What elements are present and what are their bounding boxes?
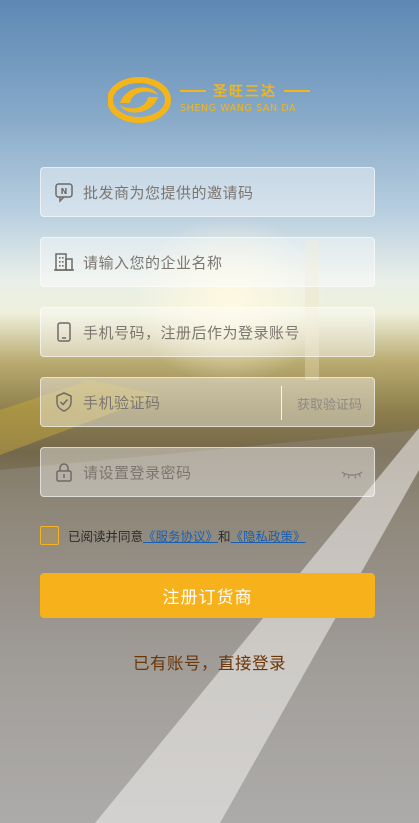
shield-check-icon: [56, 392, 72, 412]
lock-icon: [56, 463, 72, 482]
invite-code-placeholder: 批发商为您提供的邀请码: [83, 183, 254, 202]
service-agreement-link[interactable]: 《服务协议》: [143, 526, 218, 545]
company-name-placeholder: 请输入您的企业名称: [83, 253, 223, 272]
get-code-button[interactable]: 获取验证码: [297, 394, 362, 413]
brand-name-en: SHENG WANG SAN DA: [180, 103, 297, 114]
invite-code-field[interactable]: N 批发商为您提供的邀请码: [40, 167, 375, 217]
password-field[interactable]: 请设置登录密码: [40, 447, 375, 497]
brand-logo: 圣旺三达 SHENG WANG SAN DA: [108, 75, 313, 125]
svg-text:N: N: [61, 187, 68, 196]
brand-swirl-logo-icon: [108, 77, 171, 123]
password-placeholder: 请设置登录密码: [83, 463, 192, 482]
building-icon: [54, 253, 74, 271]
phone-placeholder: 手机号码，注册后作为登录账号: [83, 323, 301, 342]
agreement-prefix: 已阅读并同意: [68, 528, 144, 544]
agreement-and: 和: [218, 528, 231, 544]
agreement-row: 已阅读并同意 《服务协议》 和 《隐私政策》: [40, 524, 306, 546]
message-n-icon: N: [55, 183, 73, 203]
sms-code-field[interactable]: 手机验证码 获取验证码: [40, 377, 375, 427]
privacy-policy-link[interactable]: 《隐私政策》: [231, 526, 306, 545]
company-name-field[interactable]: 请输入您的企业名称: [40, 237, 375, 287]
brand-name-cn: 圣旺三达: [180, 81, 310, 101]
field-divider: [281, 386, 282, 420]
phone-icon: [57, 322, 71, 342]
eye-closed-icon[interactable]: [340, 462, 364, 484]
sms-code-placeholder: 手机验证码: [83, 393, 161, 412]
login-link[interactable]: 已有账号，直接登录: [0, 650, 419, 674]
phone-field[interactable]: 手机号码，注册后作为登录账号: [40, 307, 375, 357]
agreement-checkbox[interactable]: [40, 525, 59, 545]
register-button[interactable]: 注册订货商: [40, 573, 375, 618]
